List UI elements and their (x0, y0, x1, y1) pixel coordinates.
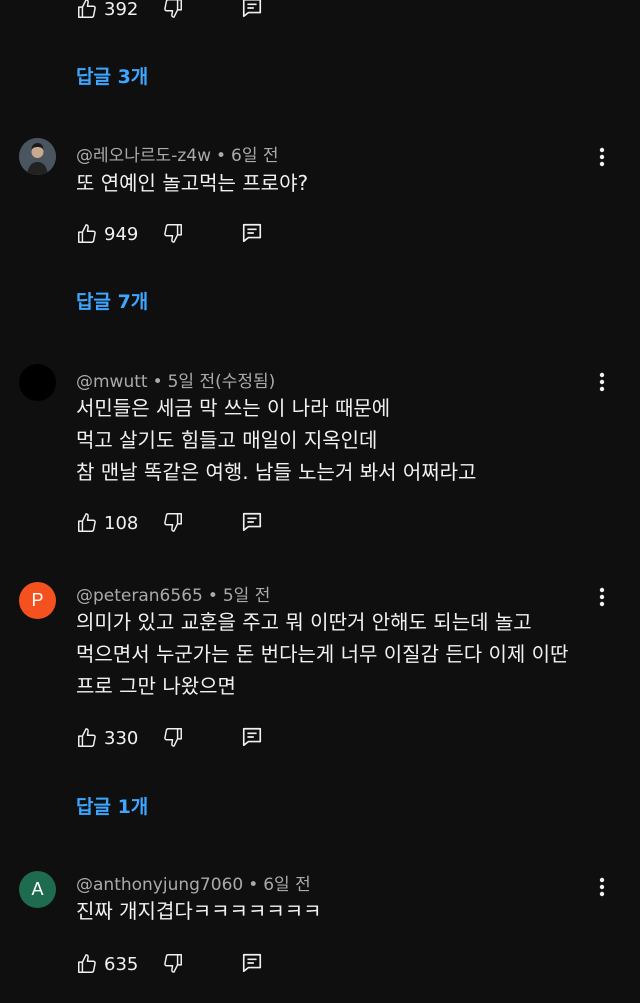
comment-text: 또 연예인 놀고먹는 프로야? (76, 167, 308, 199)
like-count: 392 (104, 0, 139, 20)
thumb-up-icon (76, 0, 98, 20)
user-photo-avatar (19, 138, 56, 175)
comment-text: 서민들은 세금 막 쓰는 이 나라 때문에 먹고 살기도 힘들고 매일이 지옥인… (76, 392, 476, 488)
dislike-button[interactable] (162, 511, 186, 535)
separator-dot: • (215, 146, 227, 166)
comment-time: 6일 전 (263, 875, 311, 895)
comment-line: 참 맨날 똑같은 여행. 남들 노는거 봐서 어쩌라고 (76, 460, 477, 484)
comment-header: @mwutt • 5일 전(수정됨) (76, 367, 275, 392)
action-row: 949 (76, 222, 262, 246)
comment-line: 프로 그만 나왔으면 (76, 674, 236, 698)
thumb-up-icon (76, 727, 98, 749)
separator-dot: • (152, 372, 163, 392)
like-count: 108 (104, 512, 139, 534)
reply-button[interactable] (241, 511, 265, 535)
more-vert-icon (599, 587, 605, 607)
reply-button[interactable] (241, 726, 265, 750)
comment-time: 6일 전 (231, 146, 279, 166)
separator-dot: • (248, 875, 259, 895)
comment-reply-icon (241, 726, 265, 748)
thumb-up-icon (76, 512, 98, 534)
comment-time: 5일 전 (222, 586, 271, 606)
avatar-letter: P (31, 590, 44, 610)
comment-line: 진짜 개지겹다ㅋㅋㅋㅋㅋㅋㅋ (76, 899, 322, 923)
comment-author[interactable]: @anthonyjung7060 (76, 875, 243, 895)
comment-line: 먹으면서 누군가는 돈 번다는게 너무 이질감 든다 이제 이딴 (76, 642, 569, 666)
comment-time: 5일 전(수정됨) (167, 372, 276, 392)
comment-author[interactable]: @레오나르도-z4w (76, 146, 211, 166)
thumb-down-icon (162, 952, 186, 974)
more-options-button[interactable] (590, 875, 614, 899)
comment-header: @anthonyjung7060 • 6일 전 (76, 870, 311, 895)
thumb-down-icon (162, 511, 186, 533)
more-vert-icon (599, 877, 605, 897)
like-count: 949 (104, 223, 139, 245)
comment-line: 서민들은 세금 막 쓰는 이 나라 때문에 (76, 396, 391, 420)
thumb-up-icon (76, 223, 98, 245)
reply-button[interactable] (241, 0, 265, 21)
comment-reply-icon (241, 511, 265, 533)
more-options-button[interactable] (590, 585, 614, 609)
view-replies-link[interactable]: 답글 7개 (76, 287, 148, 314)
action-row: 392 (76, 0, 262, 21)
comment-reply-icon (241, 952, 265, 974)
avatar[interactable]: P (19, 582, 56, 619)
avatar[interactable] (19, 364, 56, 401)
avatar-letter: A (31, 879, 44, 899)
avatar[interactable]: A (19, 871, 56, 908)
thumb-up-icon (76, 953, 98, 975)
dislike-button[interactable] (162, 726, 186, 750)
comment-text: 진짜 개지겹다ㅋㅋㅋㅋㅋㅋㅋ (76, 895, 322, 927)
more-options-button[interactable] (590, 145, 614, 169)
comment-line: 또 연예인 놀고먹는 프로야? (76, 171, 309, 195)
view-replies-link[interactable]: 답글 1개 (76, 792, 148, 819)
comment-text: 의미가 있고 교훈을 주고 뭐 이딴거 안해도 되는데 놀고 먹으면서 누군가는… (76, 606, 568, 702)
thumb-down-icon (162, 726, 186, 748)
comment-line: 의미가 있고 교훈을 주고 뭐 이딴거 안해도 되는데 놀고 (76, 610, 532, 634)
dislike-button[interactable] (162, 222, 186, 246)
more-options-button[interactable] (590, 370, 614, 394)
like-button[interactable]: 392 (76, 0, 138, 20)
like-count: 330 (104, 727, 139, 749)
comment-reply-icon (241, 0, 265, 19)
comment-line: 먹고 살기도 힘들고 매일이 지옥인데 (76, 428, 378, 452)
dislike-button[interactable] (162, 952, 186, 976)
dislike-button[interactable] (162, 0, 186, 21)
action-row: 108 (76, 511, 262, 535)
comment-header: @peteran6565 • 5일 전 (76, 581, 270, 606)
like-count: 635 (104, 953, 139, 975)
more-vert-icon (599, 372, 605, 392)
separator-dot: • (207, 586, 218, 606)
comment-reply-icon (241, 222, 265, 244)
comment-author[interactable]: @mwutt (76, 372, 148, 392)
thumb-down-icon (162, 222, 186, 244)
avatar[interactable] (19, 138, 56, 175)
like-button[interactable]: 949 (76, 223, 138, 245)
reply-button[interactable] (241, 952, 265, 976)
view-replies-link[interactable]: 답글 3개 (76, 62, 148, 89)
more-vert-icon (599, 147, 605, 167)
like-button[interactable]: 108 (76, 512, 138, 534)
action-row: 635 (76, 952, 262, 976)
comment-header: @레오나르도-z4w • 6일 전 (76, 141, 279, 166)
reply-button[interactable] (241, 222, 265, 246)
comment-author[interactable]: @peteran6565 (76, 586, 203, 606)
thumb-down-icon (162, 0, 186, 19)
like-button[interactable]: 635 (76, 953, 138, 975)
action-row: 330 (76, 726, 262, 750)
like-button[interactable]: 330 (76, 727, 138, 749)
